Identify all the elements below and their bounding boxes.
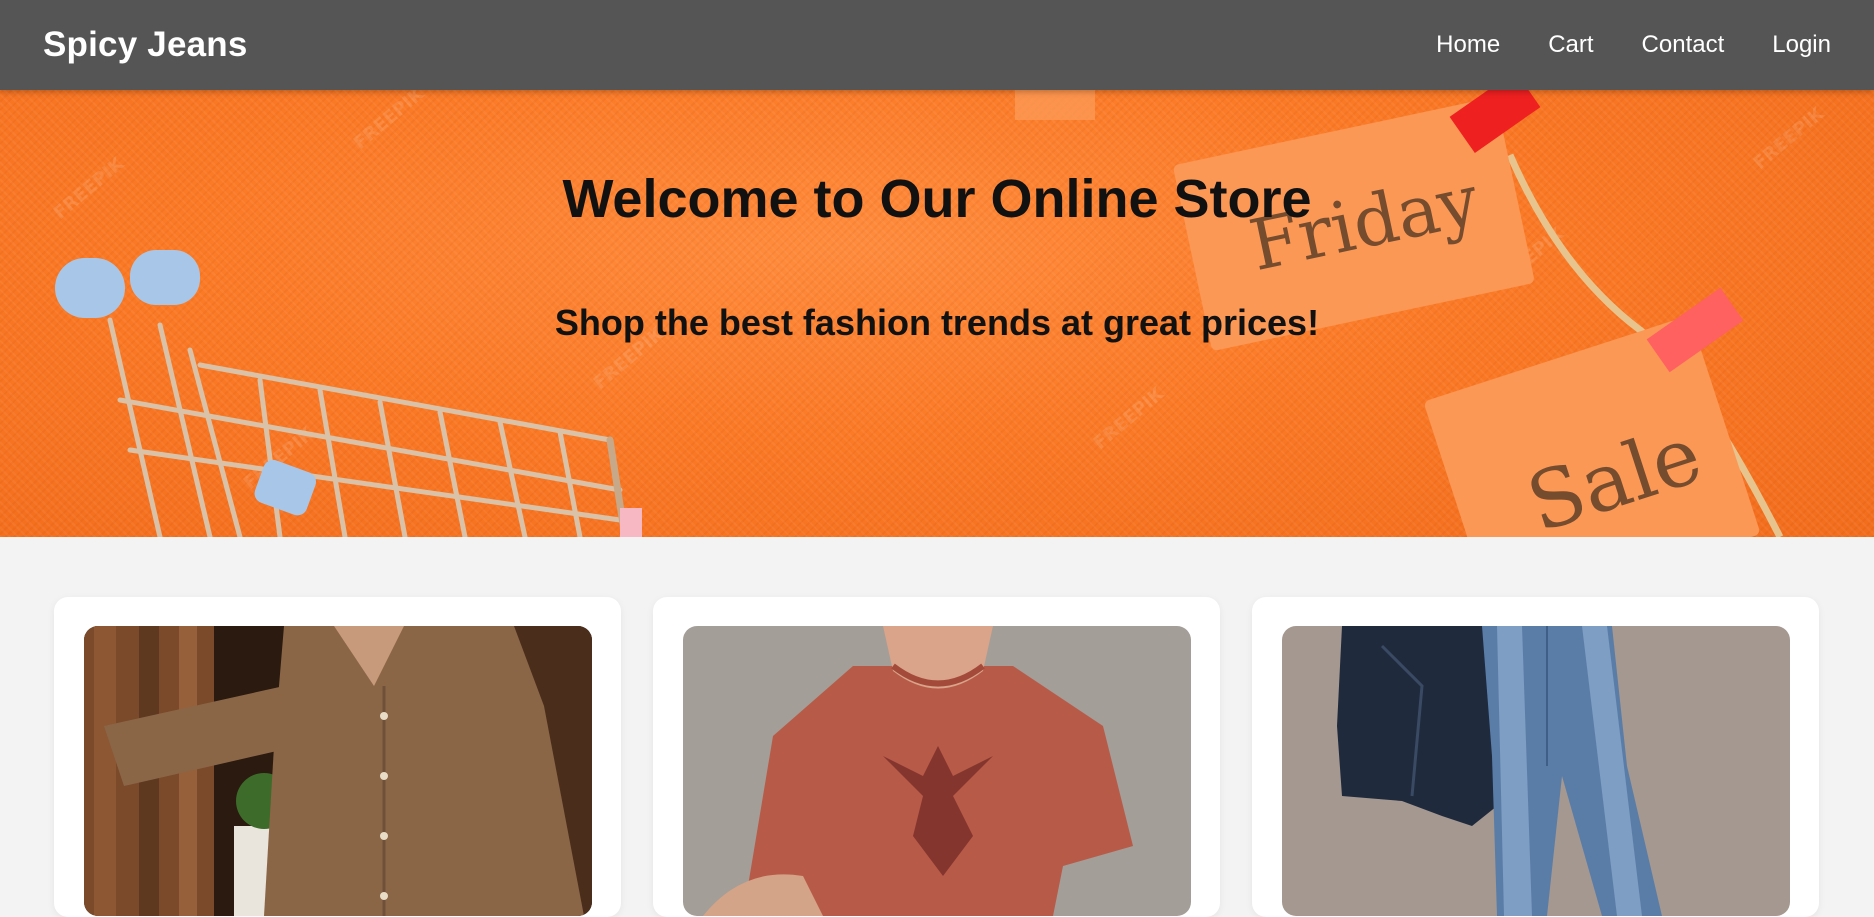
shopping-cart-icon [107, 317, 629, 537]
product-image[interactable] [683, 626, 1191, 916]
watermark-text: FREEPIK [350, 90, 429, 154]
nav-login-link[interactable]: Login [1772, 31, 1831, 59]
product-image[interactable] [1282, 626, 1790, 916]
brown-shirt-photo [84, 626, 592, 916]
nav-links: Home Cart Contact Login [1436, 31, 1831, 59]
product-card[interactable] [1252, 597, 1819, 917]
sale-tag: Sale [1424, 316, 1760, 537]
nav-contact-link[interactable]: Contact [1642, 31, 1725, 59]
product-card[interactable] [54, 597, 621, 917]
product-card[interactable] [653, 597, 1220, 917]
red-tshirt-photo [683, 626, 1191, 916]
hero-subtitle: Shop the best fashion trends at great pr… [554, 302, 1320, 343]
nav-home-link[interactable]: Home [1436, 31, 1500, 59]
navbar: Spicy Jeans Home Cart Contact Login [0, 0, 1874, 90]
denim-outfit-photo [1282, 626, 1790, 916]
watermark-text: FREEPIK [1750, 103, 1829, 174]
hero-title: Welcome to Our Online Store [562, 169, 1312, 229]
product-image[interactable] [84, 626, 592, 916]
hero-banner: FREEPIK FREEPIK FREEPIK FREEPIK FREEPIK … [0, 90, 1874, 537]
brand-logo[interactable]: Spicy Jeans [43, 25, 248, 65]
nav-cart-link[interactable]: Cart [1548, 31, 1593, 59]
watermark-text: FREEPIK [1090, 383, 1169, 454]
product-grid [54, 597, 1820, 917]
